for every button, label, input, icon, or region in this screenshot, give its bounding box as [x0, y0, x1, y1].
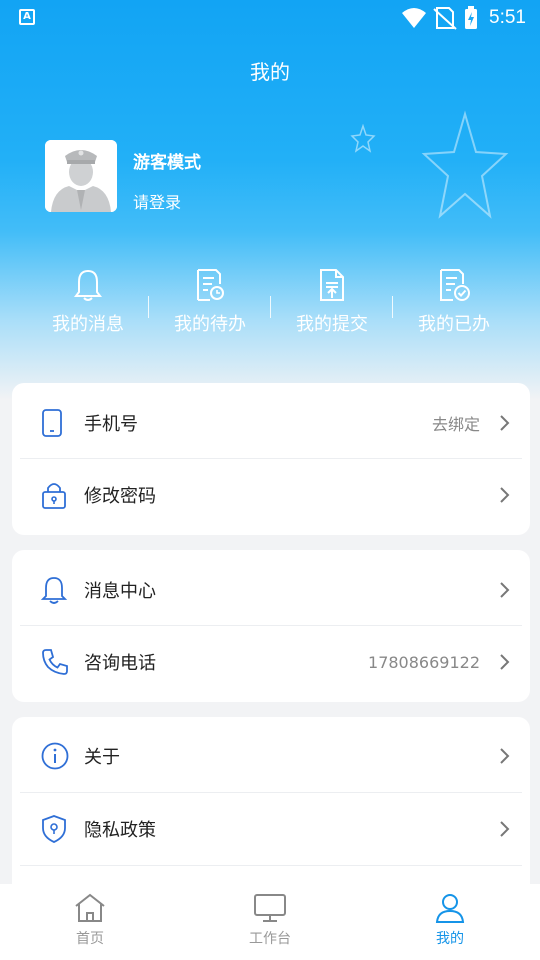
avatar[interactable]: [45, 140, 117, 212]
change-password-label: 修改密码: [84, 486, 156, 507]
status-time: 5:51: [489, 7, 526, 28]
tab-mine[interactable]: 我的: [390, 892, 510, 948]
bottom-tab-bar: 首页 工作台 我的: [0, 884, 540, 960]
row-phone[interactable]: 手机号 去绑定: [20, 387, 522, 459]
chevron-right-icon: [500, 821, 510, 837]
tab-home-label: 首页: [76, 931, 104, 947]
chevron-right-icon: [500, 415, 510, 431]
row-divider: [20, 865, 522, 866]
status-app-badge: A: [19, 9, 35, 25]
no-sim-icon: [433, 7, 457, 30]
row-message-center[interactable]: 消息中心: [20, 554, 522, 626]
quick-divider: [392, 296, 393, 318]
account-card: 手机号 去绑定 修改密码: [12, 383, 530, 535]
privacy-policy-label: 隐私政策: [84, 820, 156, 841]
login-link[interactable]: 请登录: [133, 189, 181, 213]
submit-icon: [320, 269, 344, 301]
message-center-label: 消息中心: [84, 581, 156, 602]
quick-divider: [148, 296, 149, 318]
support-card: 消息中心 咨询电话 17808669122: [12, 550, 530, 702]
star-decoration-small-icon: [350, 124, 376, 153]
user-icon: [435, 894, 465, 923]
monitor-icon: [254, 894, 286, 922]
quick-label-messages: 我的消息: [52, 314, 124, 335]
chevron-right-icon: [500, 582, 510, 598]
bind-phone-link[interactable]: 去绑定: [432, 411, 480, 435]
shield-icon: [42, 815, 66, 843]
info-icon: [41, 742, 69, 770]
quick-my-todo[interactable]: 我的待办: [149, 268, 271, 342]
star-decoration-icon: [421, 110, 509, 219]
quick-label-done: 我的已办: [418, 314, 490, 335]
quick-my-done[interactable]: 我的已办: [393, 268, 515, 342]
page-title: 我的: [250, 60, 290, 84]
user-name[interactable]: 游客模式: [133, 148, 201, 173]
hotline-number[interactable]: 17808669122: [368, 653, 480, 672]
officer-avatar-icon: [45, 140, 117, 212]
phone-icon: [42, 409, 62, 437]
tab-mine-label: 我的: [436, 931, 464, 947]
hotline-label: 咨询电话: [84, 653, 156, 674]
about-card: 关于 隐私政策: [12, 717, 530, 897]
quick-divider: [270, 296, 271, 318]
quick-my-submissions[interactable]: 我的提交: [271, 268, 393, 342]
lock-icon: [42, 483, 66, 509]
quick-my-messages[interactable]: 我的消息: [27, 268, 149, 342]
row-hotline[interactable]: 咨询电话 17808669122: [20, 626, 522, 698]
telephone-icon: [42, 649, 68, 675]
bell-icon: [74, 269, 102, 301]
row-about[interactable]: 关于: [20, 720, 522, 792]
wifi-icon: [402, 8, 427, 28]
tab-home[interactable]: 首页: [30, 892, 150, 948]
todo-icon: [197, 269, 224, 301]
chevron-right-icon: [500, 487, 510, 503]
home-icon: [75, 893, 105, 922]
row-change-password[interactable]: 修改密码: [20, 459, 522, 531]
phone-label: 手机号: [84, 414, 138, 435]
quick-actions: 我的消息 我的待办 我的提交 我的已办: [27, 268, 515, 342]
done-icon: [440, 269, 470, 301]
row-privacy-policy[interactable]: 隐私政策: [20, 793, 522, 865]
chevron-right-icon: [500, 654, 510, 670]
tab-workbench[interactable]: 工作台: [210, 892, 330, 948]
bell-icon: [40, 577, 68, 604]
about-label: 关于: [84, 747, 120, 768]
battery-icon: [465, 6, 478, 29]
status-bar: A 5:51: [0, 0, 540, 36]
quick-label-todo: 我的待办: [174, 314, 246, 335]
chevron-right-icon: [500, 748, 510, 764]
quick-label-submissions: 我的提交: [296, 314, 368, 335]
tab-workbench-label: 工作台: [249, 931, 291, 947]
